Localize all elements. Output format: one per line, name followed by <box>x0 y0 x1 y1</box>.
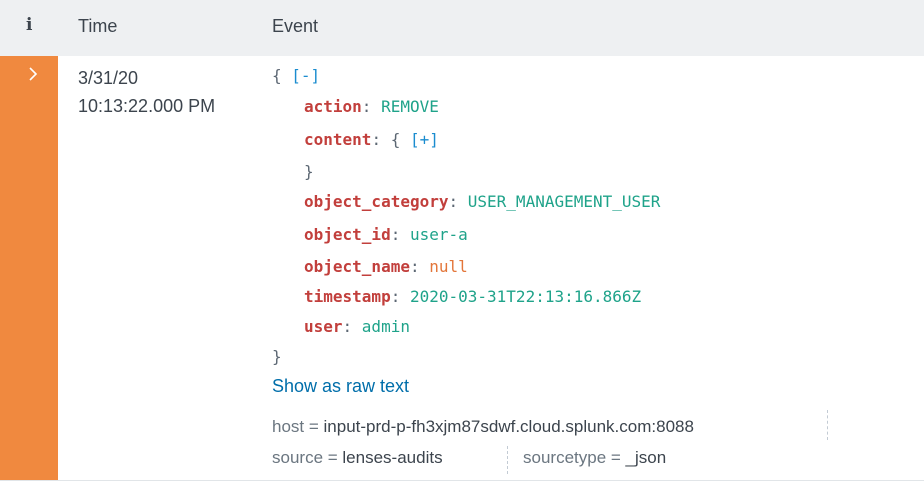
event-time: 10:13:22.000 PM <box>78 96 216 116</box>
event-date: 3/31/20 <box>78 68 139 88</box>
meta-separator <box>507 446 508 474</box>
field-object-id: object_id: user-a <box>304 225 468 244</box>
meta-key[interactable]: source <box>272 448 323 467</box>
show-raw-text-link[interactable]: Show as raw text <box>272 376 409 397</box>
expand-toggle[interactable]: [+] <box>410 130 439 149</box>
json-close-brace: } <box>272 347 282 366</box>
meta-key[interactable]: sourcetype <box>523 448 606 467</box>
json-open-line: { [-] <box>272 66 320 85</box>
field-key[interactable]: content <box>304 130 371 149</box>
field-key[interactable]: object_category <box>304 192 449 211</box>
field-value[interactable]: admin <box>362 317 410 336</box>
info-icon: i <box>26 15 33 35</box>
meta-source: source = lenses-audits <box>272 448 443 467</box>
meta-value[interactable]: lenses-audits <box>342 448 442 467</box>
meta-separator <box>827 410 828 440</box>
field-value[interactable]: user-a <box>410 225 468 244</box>
meta-sourcetype: sourcetype = _json <box>523 448 667 467</box>
field-object-name: object_name: null <box>304 257 468 276</box>
row-divider <box>0 480 924 481</box>
meta-host: host = input-prd-p-fh3xjm87sdwf.cloud.sp… <box>272 417 694 436</box>
field-key[interactable]: object_id <box>304 225 391 244</box>
time-column-header[interactable]: Time <box>78 16 117 37</box>
meta-value[interactable]: input-prd-p-fh3xjm87sdwf.cloud.splunk.co… <box>324 417 694 436</box>
table-header: i Time Event <box>0 0 924 56</box>
field-content: content: { [+] <box>304 130 439 149</box>
chevron-right-icon[interactable] <box>22 63 44 85</box>
field-value[interactable]: REMOVE <box>381 97 439 116</box>
meta-key[interactable]: host <box>272 417 304 436</box>
event-row-highlight <box>0 56 58 480</box>
field-object-category: object_category: USER_MANAGEMENT_USER <box>304 192 661 211</box>
field-key[interactable]: user <box>304 317 343 336</box>
collapse-toggle[interactable]: [-] <box>291 66 320 85</box>
field-user: user: admin <box>304 317 410 336</box>
field-value[interactable]: 2020-03-31T22:13:16.866Z <box>410 287 641 306</box>
field-key[interactable]: timestamp <box>304 287 391 306</box>
field-timestamp: timestamp: 2020-03-31T22:13:16.866Z <box>304 287 642 306</box>
content-close-brace: } <box>304 162 314 181</box>
field-value[interactable]: null <box>429 257 468 276</box>
field-key[interactable]: action <box>304 97 362 116</box>
field-value[interactable]: USER_MANAGEMENT_USER <box>468 192 661 211</box>
event-column-header: Event <box>272 16 319 36</box>
meta-value[interactable]: _json <box>626 448 667 467</box>
json-open-brace: { <box>272 66 282 85</box>
field-action: action: REMOVE <box>304 97 439 116</box>
field-key[interactable]: object_name <box>304 257 410 276</box>
